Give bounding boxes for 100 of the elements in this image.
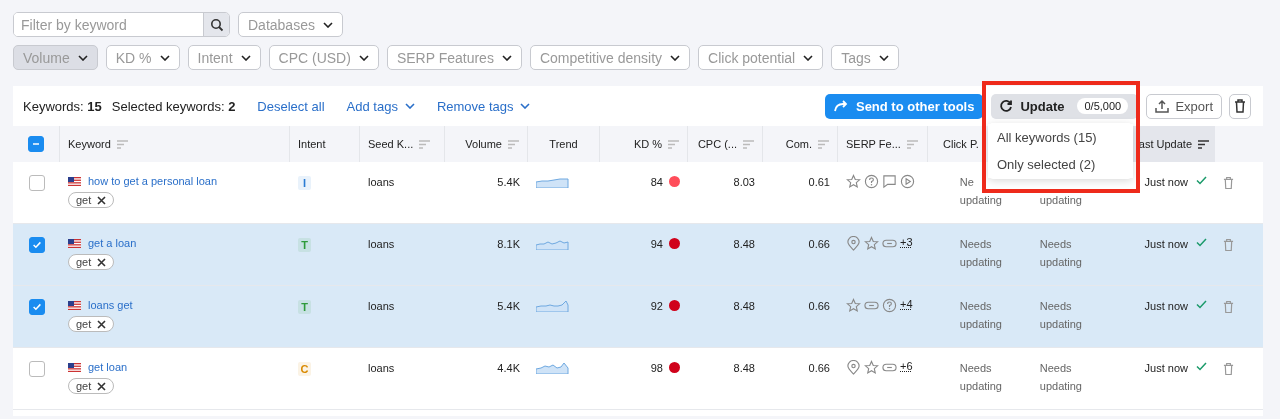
- competition-value: 0.66: [808, 300, 830, 312]
- check-icon: [1196, 362, 1207, 371]
- delete-row-icon[interactable]: [1223, 176, 1234, 190]
- last-update-value: Just now: [1144, 176, 1188, 188]
- trend-sparkline: [536, 238, 570, 250]
- question-icon: [882, 298, 897, 313]
- update-button[interactable]: Update 0/5,000: [991, 93, 1139, 119]
- volume-value: 5.4K: [497, 176, 520, 188]
- caret-icon: [520, 103, 531, 109]
- column-header[interactable]: Trend: [549, 138, 578, 150]
- column-header[interactable]: Volume: [465, 138, 502, 150]
- cpc-value: 8.48: [733, 300, 755, 312]
- cpc-value: 8.48: [733, 238, 755, 250]
- seed-keyword: loans: [368, 238, 395, 250]
- column-header[interactable]: SERP Fe...: [846, 138, 901, 150]
- seed-keyword: loans: [368, 300, 395, 312]
- cpc-value: 8.03: [733, 176, 755, 188]
- click-potential-status: Ne updating: [959, 175, 1002, 208]
- click-potential-status: Needs updating: [959, 237, 1002, 270]
- delete-row-icon[interactable]: [1223, 300, 1234, 314]
- add-tags-dropdown[interactable]: Add tags: [334, 98, 415, 114]
- kd-value: 94: [650, 238, 663, 250]
- column-header[interactable]: Intent: [298, 138, 326, 150]
- more-features-link[interactable]: +4: [900, 298, 913, 310]
- column-header[interactable]: KD %: [633, 138, 662, 150]
- search-field[interactable]: Filter by keyword: [13, 12, 230, 37]
- more-features-link[interactable]: +3: [900, 236, 913, 248]
- export-button[interactable]: Export: [1146, 93, 1222, 119]
- caret-icon: [803, 54, 814, 61]
- keyword-tag[interactable]: get: [68, 316, 115, 332]
- search-icon[interactable]: [203, 13, 229, 36]
- row-checkbox[interactable]: [28, 299, 45, 315]
- intent-badge: I: [298, 176, 311, 190]
- us-flag-icon: [68, 238, 81, 248]
- volume-value: 8.1K: [497, 238, 520, 250]
- keyword-tag[interactable]: get: [68, 378, 115, 394]
- us-flag-icon: [68, 362, 81, 372]
- check-icon: [1196, 176, 1207, 185]
- pin-icon: [846, 236, 861, 251]
- star-icon: [846, 174, 861, 189]
- trash-icon: [1234, 99, 1246, 113]
- delete-row-icon[interactable]: [1223, 362, 1234, 376]
- sort-icon[interactable]: [1198, 139, 1209, 149]
- competition-value: 0.66: [808, 362, 830, 374]
- row-checkbox[interactable]: [28, 237, 45, 253]
- us-flag-icon: [68, 176, 81, 186]
- keywords-count: Keywords: 15: [23, 98, 102, 114]
- keyword-link[interactable]: how to get a personal loan: [88, 175, 218, 187]
- star-icon: [864, 236, 879, 251]
- trend-sparkline: [536, 176, 570, 188]
- remove-tag-icon[interactable]: [97, 319, 107, 329]
- column-header[interactable]: Click P.: [943, 138, 979, 150]
- caret-icon: [878, 54, 889, 61]
- check-icon: [30, 239, 43, 251]
- column-header[interactable]: Com.: [785, 138, 812, 150]
- row-checkbox[interactable]: [28, 175, 45, 191]
- seed-keyword: loans: [368, 362, 395, 374]
- caret-icon: [240, 54, 251, 61]
- update-status: Needs updating: [1039, 299, 1082, 332]
- column-header[interactable]: Keyword: [68, 138, 111, 150]
- remove-tag-icon[interactable]: [97, 257, 107, 267]
- keyword-tag[interactable]: get: [68, 254, 115, 270]
- refresh-icon: [999, 99, 1014, 113]
- trend-sparkline: [536, 362, 570, 374]
- us-flag-icon: [68, 300, 81, 310]
- click-potential-status: Needs updating: [959, 299, 1002, 332]
- more-features-link[interactable]: +6: [900, 360, 913, 372]
- row-checkbox[interactable]: [28, 361, 45, 377]
- remove-tag-icon[interactable]: [97, 195, 107, 205]
- keyword-link[interactable]: loans get: [88, 299, 133, 311]
- intent-badge: T: [298, 238, 311, 252]
- caret-icon: [404, 103, 415, 109]
- check-icon: [1196, 238, 1207, 247]
- caret-icon: [322, 21, 333, 28]
- caret-icon: [670, 54, 681, 61]
- star-icon: [846, 298, 861, 313]
- keyword-tag[interactable]: get: [68, 192, 115, 208]
- remove-tag-icon[interactable]: [97, 381, 107, 391]
- click-potential-status: Needs updating: [959, 361, 1002, 394]
- select-all-checkbox[interactable]: [28, 136, 44, 152]
- share-arrow-icon: [833, 100, 848, 112]
- seed-keyword: loans: [368, 176, 395, 188]
- column-header[interactable]: CPC (...: [697, 138, 737, 150]
- competition-value: 0.61: [808, 176, 830, 188]
- delete-button[interactable]: [1229, 93, 1251, 119]
- update-menu-item[interactable]: All keywords (15): [988, 124, 1133, 151]
- selected-count: Selected keywords: 2: [111, 98, 236, 114]
- deselect-all-link[interactable]: Deselect all: [245, 98, 325, 114]
- column-header[interactable]: Seed K...: [368, 138, 414, 150]
- intent-badge: T: [298, 300, 311, 314]
- keyword-link[interactable]: get loan: [88, 361, 128, 373]
- delete-row-icon[interactable]: [1223, 238, 1234, 252]
- question-icon: [864, 174, 879, 189]
- remove-tags-dropdown[interactable]: Remove tags: [424, 98, 531, 114]
- volume-value: 4.4K: [497, 362, 520, 374]
- pin-icon: [846, 360, 861, 375]
- update-menu-item[interactable]: Only selected (2): [988, 151, 1133, 178]
- star-icon: [864, 360, 879, 375]
- check-icon: [30, 301, 43, 313]
- keyword-link[interactable]: get a loan: [88, 237, 137, 249]
